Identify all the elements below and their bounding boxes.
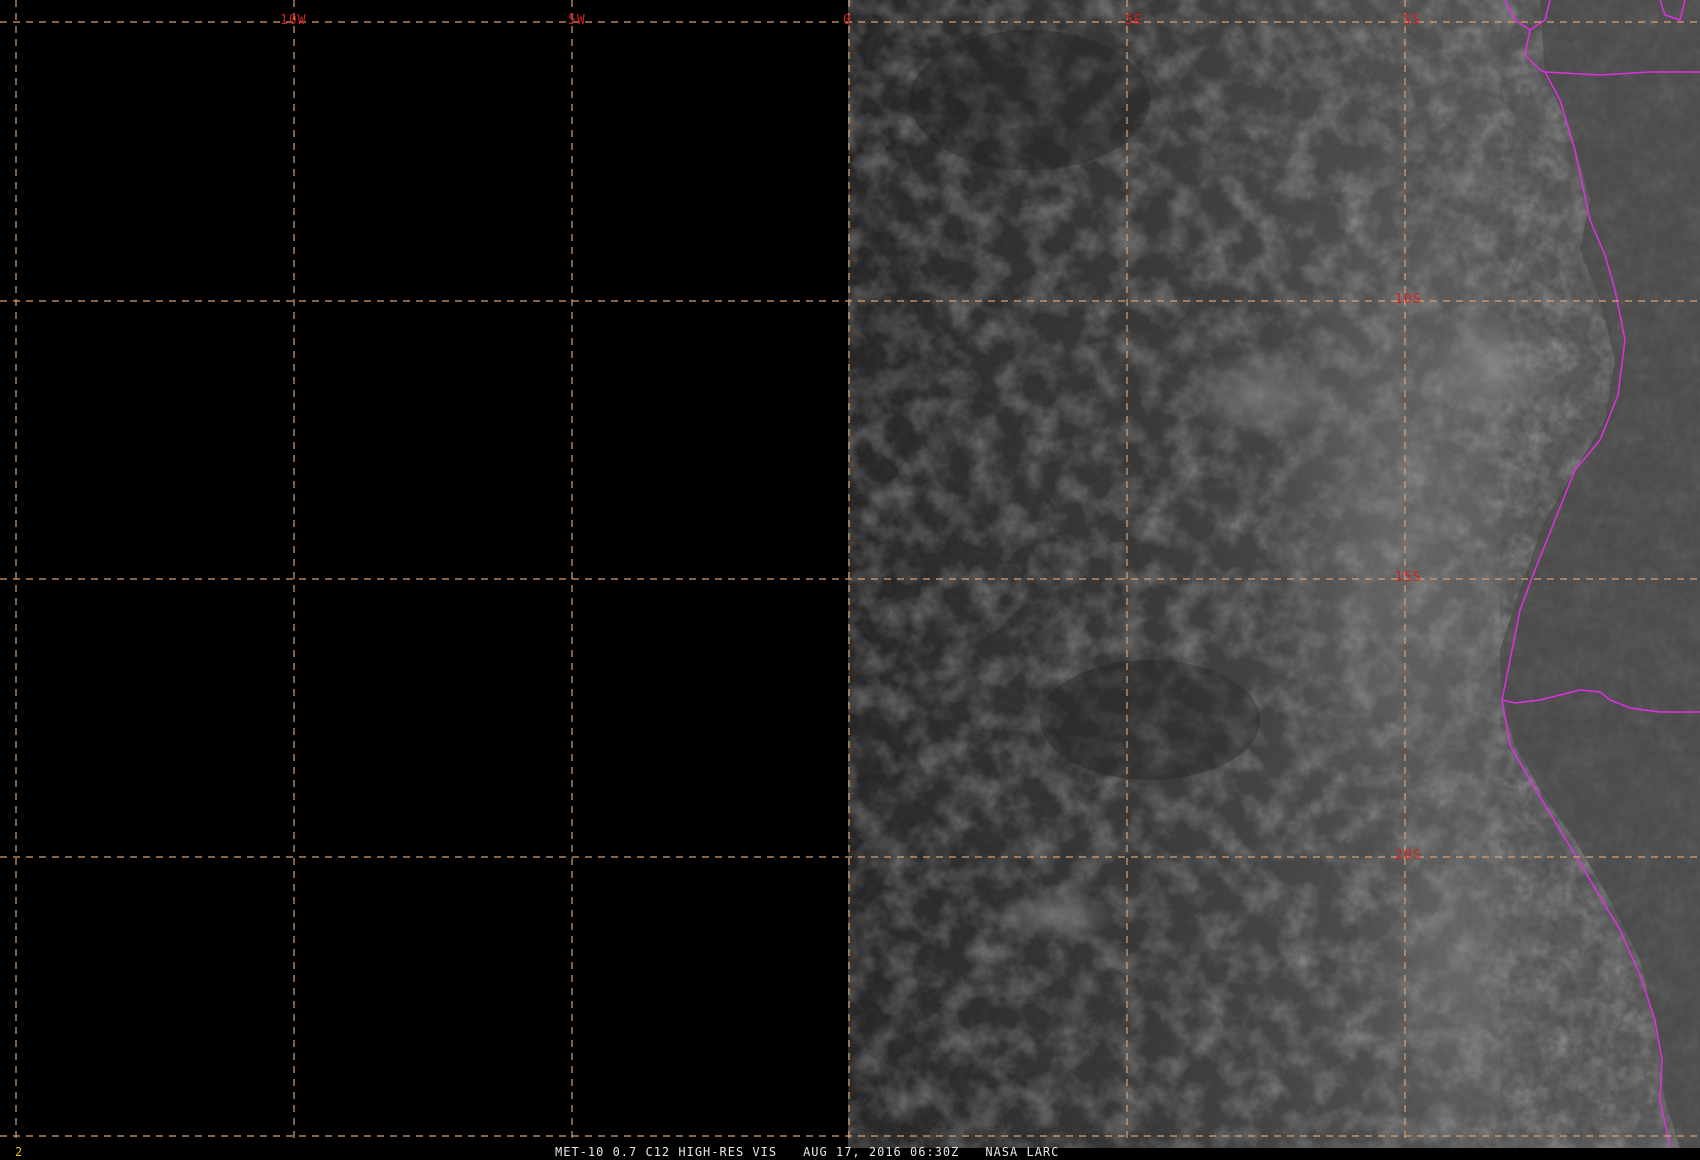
- datetime-label: AUG 17, 2016 06:30Z: [803, 1145, 960, 1159]
- longitude-label-5w: 5W: [568, 13, 586, 28]
- night-side: [0, 0, 848, 1148]
- cloud-cluster-southwest: [990, 890, 1120, 940]
- dark-cloud-gap-north: [910, 30, 1150, 170]
- credit-label: NASA LARC: [985, 1145, 1060, 1159]
- longitude-label-10w: 10W: [280, 13, 307, 28]
- longitude-label-5e: 5E: [1125, 13, 1143, 28]
- satellite-map: [0, 0, 1700, 1160]
- latitude-label-20s: 20S: [1395, 848, 1422, 863]
- cloud-cluster-offshore: [1180, 350, 1340, 440]
- latitude-label-5s: 5S: [1403, 13, 1421, 28]
- image-caption-bar: MET-10 0.7 C12 HIGH-RES VIS AUG 17, 2016 …: [555, 1145, 1085, 1159]
- stratocumulus-bright-band: [1260, 160, 1540, 880]
- land-texture: [1500, 0, 1700, 1148]
- dark-cloud-gap: [1040, 660, 1260, 780]
- longitude-label-0: 0: [843, 13, 852, 28]
- latitude-label-15s: 15S: [1395, 570, 1422, 585]
- satellite-image-viewer: 10W 5W 0 5E 5S 10S 15S 20S 2 MET-10 0.7 …: [0, 0, 1700, 1160]
- product-label: MET-10 0.7 C12 HIGH-RES VIS: [555, 1145, 778, 1159]
- latitude-label-10s: 10S: [1395, 292, 1422, 307]
- frame-number: 2: [15, 1145, 23, 1159]
